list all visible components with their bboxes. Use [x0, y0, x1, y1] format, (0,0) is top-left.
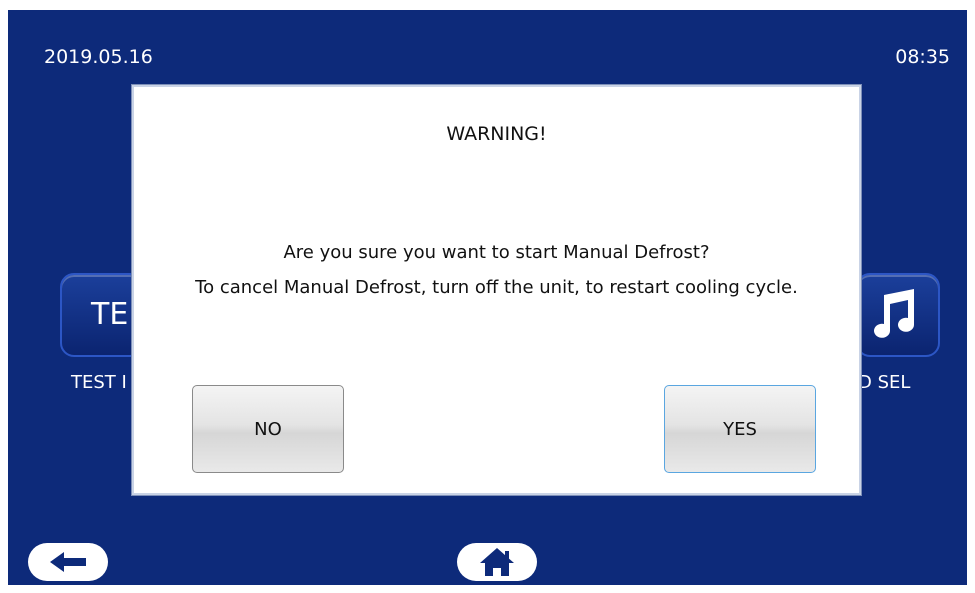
dialog-message-line-2: To cancel Manual Defrost, turn off the u… — [195, 277, 798, 298]
date-display: 2019.05.16 — [44, 46, 153, 68]
dialog-message-line-1: Are you sure you want to start Manual De… — [283, 242, 710, 263]
test-mode-tile-text: TE — [91, 297, 129, 332]
dialog-title: WARNING! — [446, 123, 547, 145]
time-display: 08:35 — [895, 46, 950, 68]
back-arrow-icon — [50, 552, 86, 572]
music-note-icon — [866, 287, 930, 355]
no-button[interactable]: NO — [192, 385, 344, 473]
sound-select-label: D SEL — [858, 372, 911, 393]
back-button[interactable] — [28, 543, 108, 581]
device-screen: 2019.05.16 08:35 TE TEST I D SEL WARNING… — [8, 10, 967, 585]
home-button[interactable] — [457, 543, 537, 581]
yes-button[interactable]: YES — [664, 385, 816, 473]
home-icon — [480, 548, 514, 576]
warning-dialog: WARNING! Are you sure you want to start … — [132, 85, 861, 495]
sound-select-tile[interactable] — [856, 273, 940, 357]
test-mode-label: TEST I — [71, 372, 127, 393]
